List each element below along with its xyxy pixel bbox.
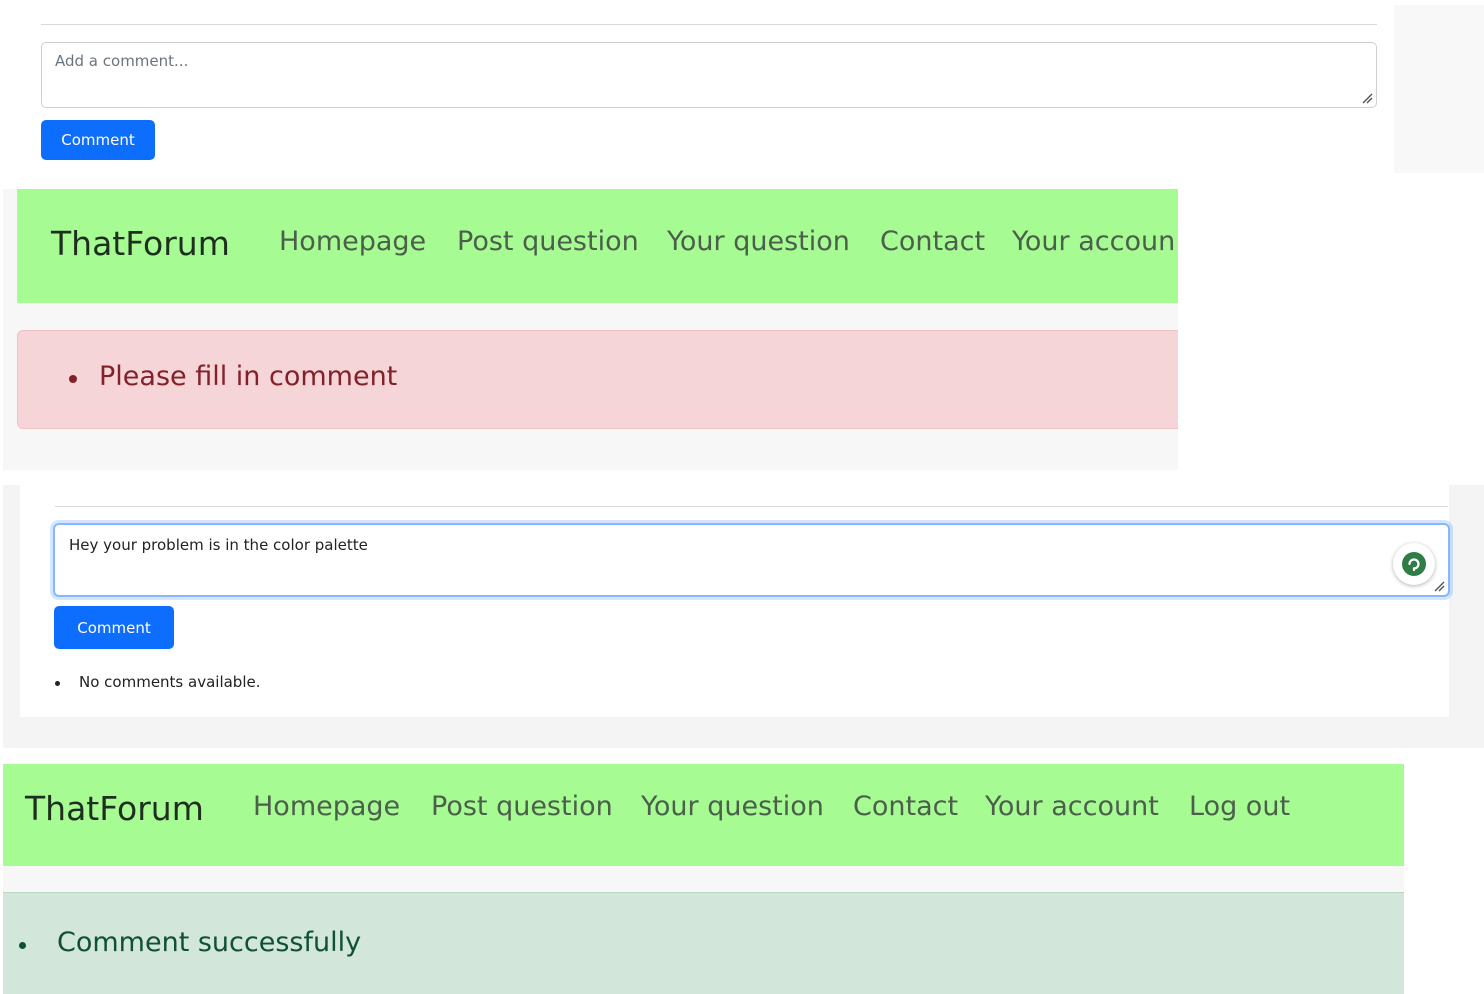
brand-logo[interactable]: ThatForum (25, 789, 204, 828)
success-alert: Comment successfully (3, 892, 1404, 994)
nav-link-contact[interactable]: Contact (853, 791, 958, 822)
comment-form-filled-panel: Hey your problem is in the color palette… (3, 485, 1484, 748)
list-bullet (69, 375, 77, 383)
comment-textarea[interactable] (41, 42, 1377, 108)
navbar: ThatForum Homepage Post question Your qu… (17, 189, 1178, 303)
divider (41, 24, 1377, 25)
nav-link-contact[interactable]: Contact (880, 226, 985, 257)
nav-link-homepage[interactable]: Homepage (279, 226, 426, 257)
comment-form-empty-panel: Comment (3, 5, 1394, 173)
list-bullet (19, 942, 26, 949)
nav-link-your-account[interactable]: Your account (985, 791, 1159, 822)
success-state-panel: ThatForum Homepage Post question Your qu… (3, 764, 1404, 994)
error-alert: Please fill in comment (17, 330, 1178, 429)
comment-card: Hey your problem is in the color palette… (20, 485, 1450, 717)
comment-textarea-value: Hey your problem is in the color palette (69, 536, 368, 554)
nav-link-log-out[interactable]: Log out (1189, 791, 1290, 822)
comment-button[interactable]: Comment (41, 120, 155, 160)
nav-link-post-question[interactable]: Post question (431, 791, 613, 822)
page-background (1394, 5, 1484, 173)
error-state-panel: ThatForum Homepage Post question Your qu… (3, 189, 1178, 470)
nav-link-your-question[interactable]: Your question (641, 791, 824, 822)
nav-link-post-question[interactable]: Post question (457, 226, 639, 257)
list-bullet (55, 681, 60, 686)
nav-link-your-account[interactable]: Your accoun (1012, 226, 1175, 257)
resize-handle-icon[interactable] (1361, 92, 1373, 104)
comment-button[interactable]: Comment (54, 606, 174, 649)
empty-comments-text: No comments available. (79, 673, 261, 691)
comment-textarea[interactable]: Hey your problem is in the color palette (53, 523, 1450, 597)
navbar: ThatForum Homepage Post question Your qu… (3, 764, 1404, 866)
resize-handle-icon[interactable] (1433, 580, 1445, 592)
grammar-check-icon[interactable] (1393, 543, 1435, 585)
success-message: Comment successfully (57, 927, 362, 958)
divider (55, 506, 1448, 507)
nav-link-your-question[interactable]: Your question (667, 226, 850, 257)
brand-logo[interactable]: ThatForum (51, 224, 230, 263)
nav-link-homepage[interactable]: Homepage (253, 791, 400, 822)
error-message: Please fill in comment (99, 361, 398, 392)
